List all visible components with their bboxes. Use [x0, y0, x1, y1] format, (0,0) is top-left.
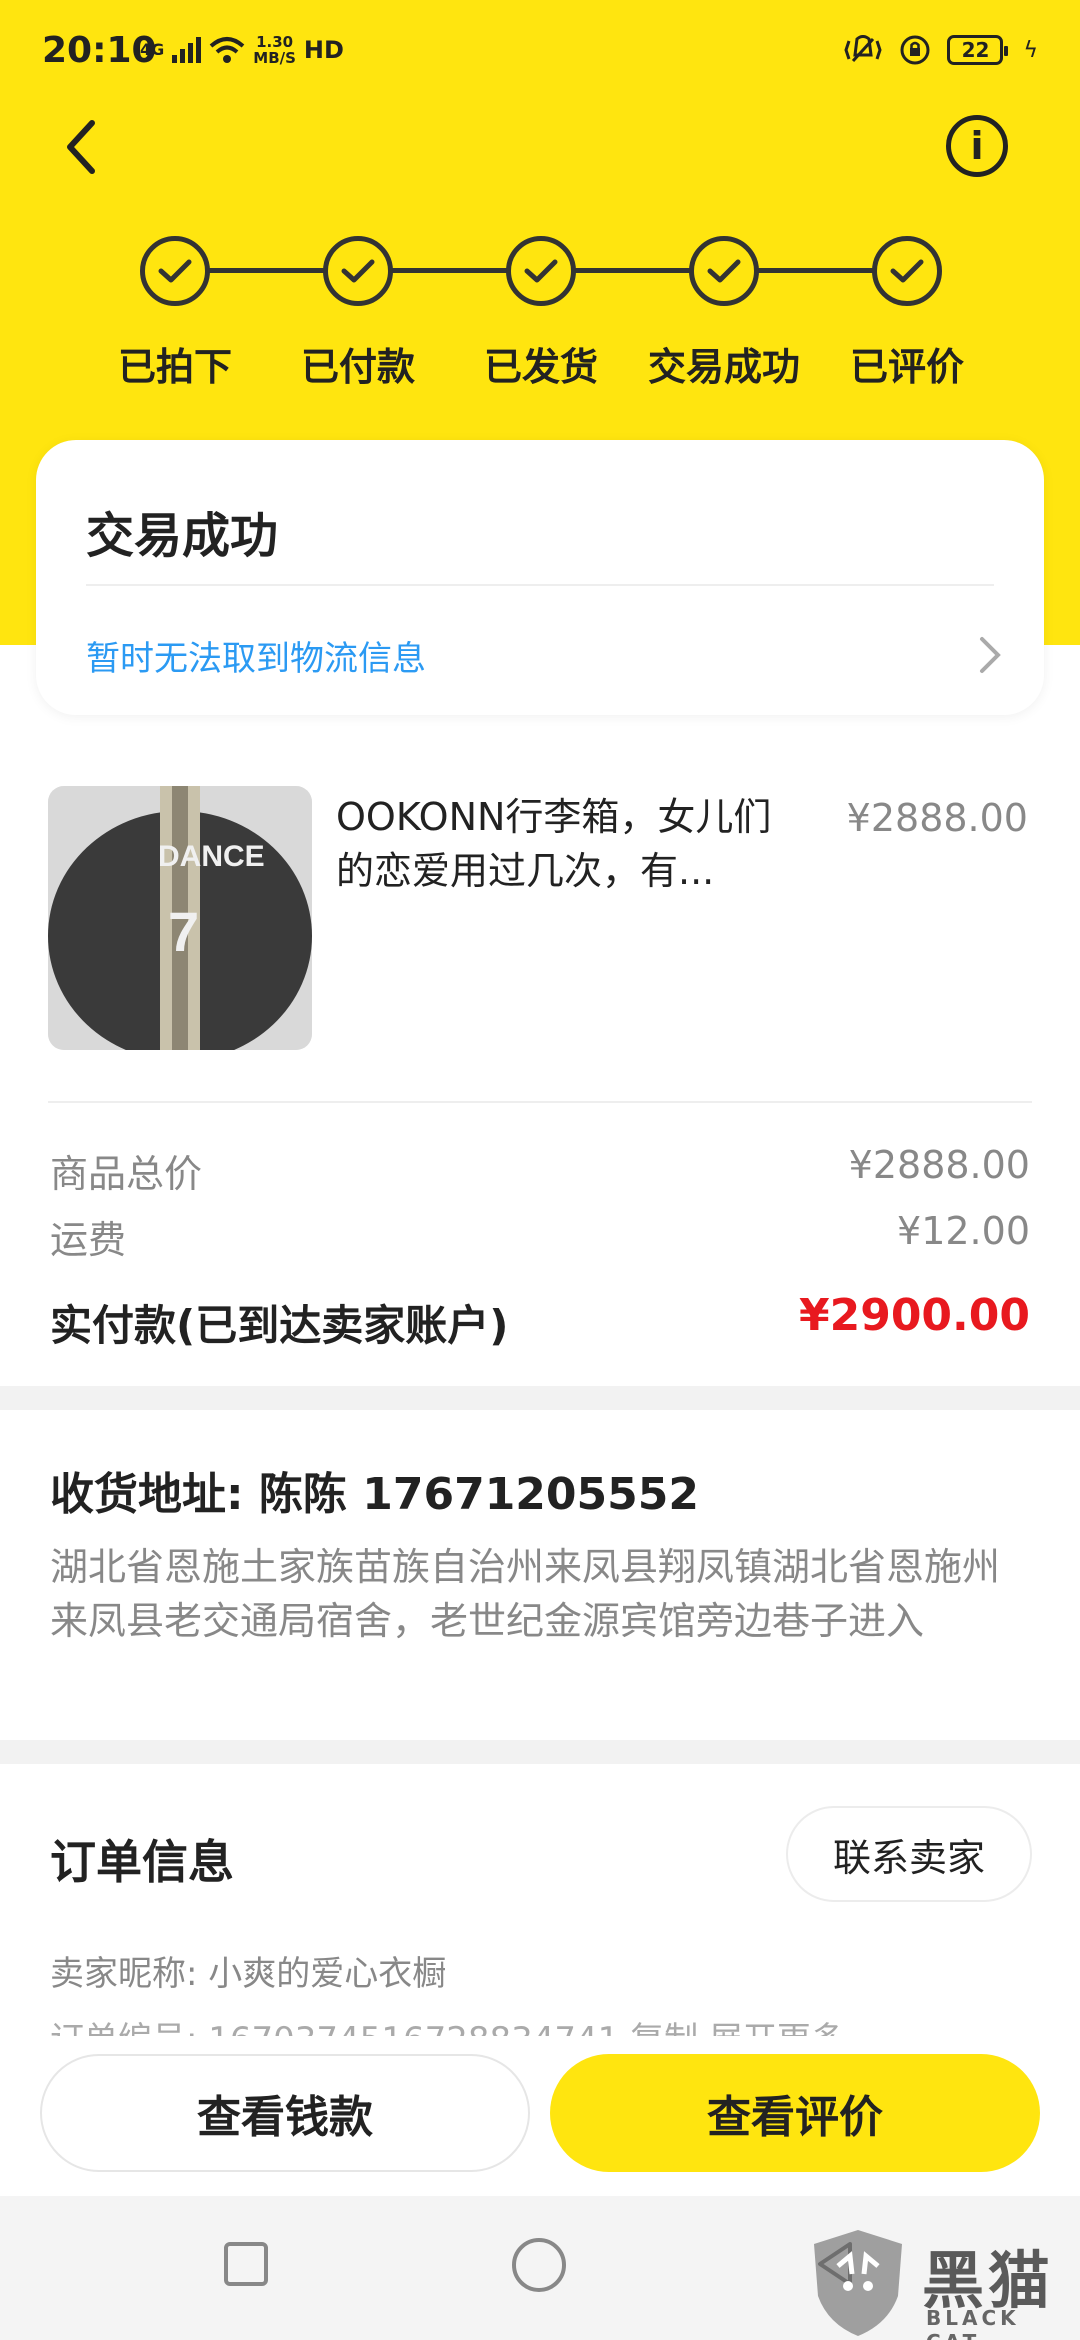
progress-step-label: 交易成功: [647, 345, 800, 389]
view-review-button[interactable]: 查看评价: [550, 2054, 1040, 2172]
progress-step-label: 已评价: [849, 345, 964, 389]
battery-icon: 22: [947, 35, 1009, 65]
hd-badge: HD: [303, 36, 344, 64]
status-bar: 20:10 4G 1.30 MB/S HD 22 ϟ: [0, 0, 1080, 110]
view-money-button[interactable]: 查看钱款: [40, 2054, 530, 2172]
check-circle-icon: [872, 236, 942, 306]
logistics-text: 暂时无法取到物流信息: [86, 638, 426, 679]
signal-icon: [172, 37, 202, 63]
check-circle-icon: [323, 236, 393, 306]
net-speed: 1.30 MB/S: [253, 34, 296, 66]
shipping-label: 运费: [50, 1218, 127, 1262]
cat-shield-icon: [814, 2230, 902, 2336]
address-detail: 湖北省恩施土家族苗族自治州来凤县翔凤镇湖北省恩施州来凤县老交通局宿舍，老世纪金源…: [50, 1545, 1001, 1643]
contact-seller-button[interactable]: 联系卖家: [786, 1806, 1032, 1902]
check-circle-icon: [689, 236, 759, 306]
goods-total-label: 商品总价: [50, 1152, 203, 1196]
paid-label: 实付款(已到达卖家账户): [50, 1301, 509, 1350]
vibrate-icon: [844, 35, 883, 63]
chevron-right-icon: [980, 637, 1001, 673]
progress-step-label: 已付款: [300, 345, 415, 389]
network-type: 4G: [140, 40, 165, 59]
status-card: 交易成功 暂时无法取到物流信息: [36, 440, 1044, 715]
product-image[interactable]: DANCE 7: [48, 786, 312, 1050]
home-button[interactable]: [512, 2238, 566, 2292]
shipping-value: ¥12.00: [897, 1209, 1030, 1253]
recent-apps-button[interactable]: [224, 2242, 268, 2286]
progress-step: 已付款: [268, 236, 448, 391]
action-bar: 查看钱款 查看评价: [0, 2036, 1080, 2196]
check-circle-icon: [140, 236, 210, 306]
address-title: 收货地址: 陈陈 17671205552: [50, 1469, 699, 1520]
progress-step: 已拍下: [85, 236, 265, 391]
status-left-icons: 4G 1.30 MB/S HD: [140, 34, 344, 66]
progress-step-label: 已发货: [483, 345, 598, 389]
progress-step: 已评价: [817, 236, 997, 391]
logistics-row[interactable]: 暂时无法取到物流信息: [86, 620, 1004, 690]
product-price: ¥2888.00: [846, 796, 1028, 840]
divider: [48, 1101, 1032, 1103]
check-circle-icon: [506, 236, 576, 306]
net-speed-value: 1.30: [256, 33, 294, 51]
section-separator: [0, 1386, 1080, 1410]
image-text-number: 7: [168, 900, 199, 963]
watermark-subtext: BLACK CAT: [926, 2306, 1020, 2340]
battery-level: 22: [961, 38, 990, 62]
seller-nickname: 卖家昵称: 小爽的爱心衣橱: [50, 1954, 447, 1994]
progress-step: 交易成功: [634, 236, 814, 391]
wifi-icon: [209, 37, 245, 63]
section-separator: [0, 1740, 1080, 1764]
info-circle-icon: i: [970, 124, 984, 168]
progress-step-label: 已拍下: [117, 345, 232, 389]
net-speed-unit: MB/S: [253, 49, 296, 67]
status-right-icons: 22 ϟ: [843, 34, 1038, 66]
order-status-title: 交易成功: [86, 508, 279, 564]
rotation-lock-icon: [900, 35, 930, 65]
order-info-title: 订单信息: [50, 1835, 234, 1889]
product-title[interactable]: OOKONN行李箱，女儿们的恋爱用过几次，有...: [336, 790, 796, 898]
goods-total-value: ¥2888.00: [848, 1143, 1030, 1187]
watermark: 黑猫 BLACK CAT: [808, 2226, 1080, 2340]
charging-icon: ϟ: [1023, 37, 1038, 63]
image-text-top: DANCE: [158, 840, 265, 873]
card-divider: [86, 584, 994, 586]
chevron-left-icon: [67, 120, 95, 174]
progress-step: 已发货: [451, 236, 631, 391]
paid-value: ¥2900.00: [798, 1290, 1030, 1341]
suitcase-image: DANCE 7: [48, 786, 312, 1050]
info-button[interactable]: i: [946, 115, 1008, 177]
back-button[interactable]: [60, 112, 120, 182]
